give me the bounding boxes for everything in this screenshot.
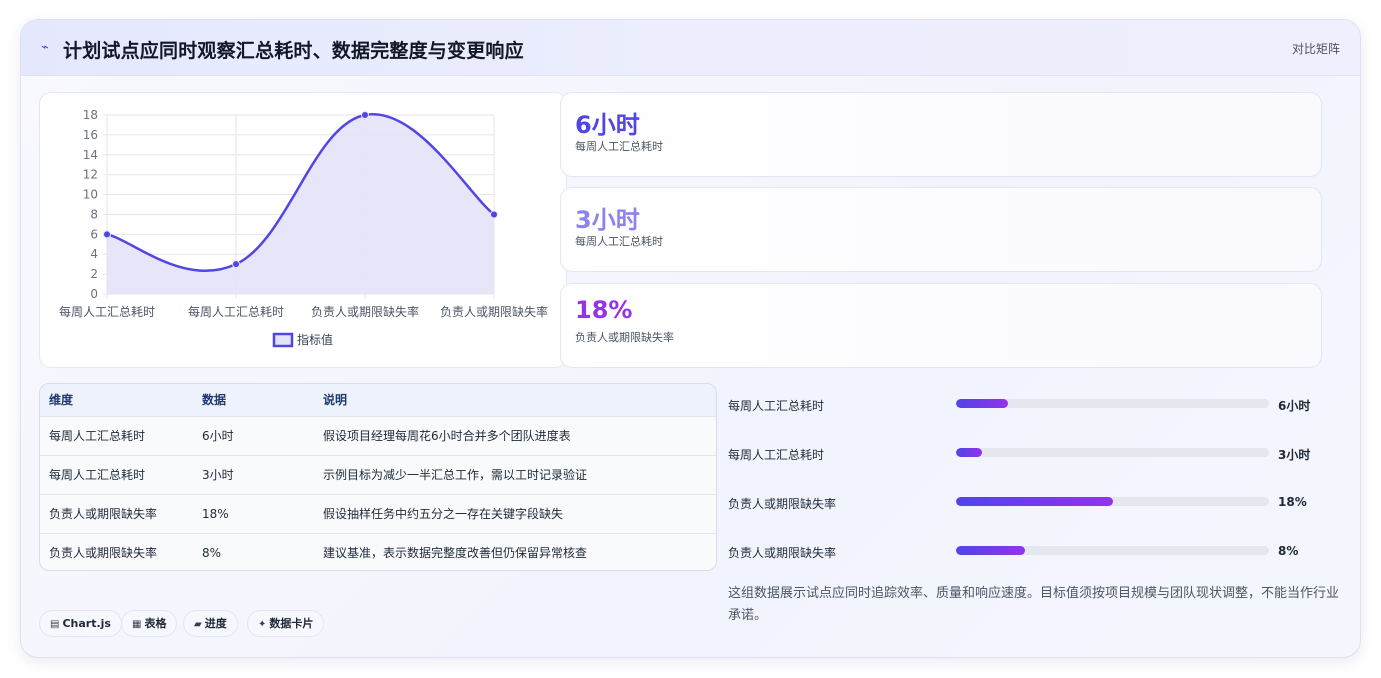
progress-value: 8% bbox=[1278, 544, 1299, 558]
y-tick-label: 6 bbox=[90, 227, 98, 241]
sparkle-icon: ✦ bbox=[258, 619, 267, 630]
stat-card-2: 3小时 每周人工汇总耗时 bbox=[560, 187, 1322, 272]
progress-value: 6小时 bbox=[1278, 399, 1311, 413]
table-row: 负责人或期限缺失率 8% 建议基准，表示数据完整度改善但仍保留异常核查 bbox=[40, 533, 716, 570]
progress-row: 每周人工汇总耗时 6小时 bbox=[728, 394, 1348, 414]
progress-track bbox=[956, 546, 1269, 555]
progress-label: 负责人或期限缺失率 bbox=[728, 497, 837, 511]
tag-label: 表格 bbox=[144, 617, 167, 630]
table-header-row: 维度 数据 说明 bbox=[40, 384, 716, 416]
y-tick-label: 10 bbox=[83, 188, 98, 202]
progress-row: 每周人工汇总耗时 3小时 bbox=[728, 443, 1348, 463]
comparison-matrix-link[interactable]: 对比矩阵 bbox=[1292, 40, 1340, 57]
progress-label: 每周人工汇总耗时 bbox=[728, 448, 825, 462]
tag-label: Chart.js bbox=[62, 617, 111, 630]
table-cell: 18% bbox=[202, 506, 229, 521]
line-chart: 0 2 4 6 8 10 12 14 16 18 每周人工汇总耗时 每周人工汇总耗时 负责人或期限缺失率… bbox=[59, 108, 548, 348]
tag-table[interactable]: ▦ 表格 bbox=[121, 610, 178, 637]
table-cell: 3小时 bbox=[202, 468, 234, 482]
x-tick-label: 每周人工汇总耗时 bbox=[59, 304, 155, 319]
stat-value: 6小时 bbox=[575, 111, 640, 139]
tag-chartjs[interactable]: ▤ Chart.js bbox=[39, 610, 122, 637]
data-point bbox=[490, 210, 498, 219]
progress-label: 负责人或期限缺失率 bbox=[728, 546, 837, 560]
progress-icon: ▰ bbox=[194, 619, 202, 630]
progress-fill bbox=[956, 399, 1009, 408]
y-tick-label: 4 bbox=[90, 247, 98, 261]
column-header: 维度 bbox=[49, 393, 74, 408]
page-title: 计划试点应同时观察汇总耗时、数据完整度与变更响应 bbox=[63, 40, 524, 62]
progress-track bbox=[956, 399, 1269, 408]
x-tick-label: 负责人或期限缺失率 bbox=[440, 304, 548, 319]
table-icon: ▦ bbox=[132, 619, 142, 630]
column-header: 数据 bbox=[202, 393, 227, 408]
table-cell: 每周人工汇总耗时 bbox=[49, 429, 146, 443]
x-tick-label: 每周人工汇总耗时 bbox=[188, 304, 284, 319]
chart-icon: ▤ bbox=[50, 619, 60, 630]
progress-row: 负责人或期限缺失率 8% bbox=[728, 541, 1348, 561]
stat-card-3: 18% 负责人或期限缺失率 bbox=[560, 283, 1322, 368]
table-cell: 6小时 bbox=[202, 429, 234, 443]
progress-fill bbox=[956, 448, 982, 457]
x-tick-label: 负责人或期限缺失率 bbox=[311, 304, 419, 319]
summary-note: 这组数据展示试点应同时追踪效率、质量和响应速度。目标值须按项目规模与团队现状调整… bbox=[728, 586, 1340, 623]
legend-swatch bbox=[272, 332, 294, 348]
column-header: 说明 bbox=[323, 393, 348, 408]
data-table-panel: 维度 数据 说明 每周人工汇总耗时 6小时 假设项目经理每周花6小时合并多个团队… bbox=[39, 383, 717, 571]
stat-value: 18% bbox=[575, 296, 633, 324]
table-cell: 示例目标为减少一半汇总工作，需以工时记录验证 bbox=[323, 468, 588, 482]
tag-data-cards[interactable]: ✦ 数据卡片 bbox=[247, 610, 325, 637]
y-tick-label: 12 bbox=[83, 168, 98, 182]
table-cell: 假设项目经理每周花6小时合并多个团队进度表 bbox=[323, 429, 571, 443]
y-tick-label: 18 bbox=[83, 108, 98, 122]
data-point bbox=[103, 230, 111, 239]
y-tick-label: 0 bbox=[90, 287, 98, 301]
progress-value: 3小时 bbox=[1278, 448, 1311, 462]
card-header: ⌁ 计划试点应同时观察汇总耗时、数据完整度与变更响应 对比矩阵 bbox=[21, 20, 1360, 76]
y-tick-label: 16 bbox=[83, 128, 98, 142]
y-tick-label: 14 bbox=[83, 148, 98, 162]
table-cell: 每周人工汇总耗时 bbox=[49, 468, 146, 482]
data-point bbox=[232, 260, 240, 269]
table-cell: 负责人或期限缺失率 bbox=[49, 507, 158, 521]
table-cell: 假设抽样任务中约五分之一存在关键字段缺失 bbox=[323, 507, 564, 521]
data-point bbox=[361, 111, 369, 119]
trend-line-icon: ⌁ bbox=[41, 40, 49, 55]
progress-track bbox=[956, 448, 1269, 457]
table-row: 负责人或期限缺失率 18% 假设抽样任务中约五分之一存在关键字段缺失 bbox=[40, 494, 716, 533]
stat-label: 负责人或期限缺失率 bbox=[575, 331, 674, 344]
progress-value: 18% bbox=[1278, 495, 1307, 509]
progress-fill bbox=[956, 546, 1026, 555]
stat-label: 每周人工汇总耗时 bbox=[575, 235, 663, 248]
line-chart-panel: 0 2 4 6 8 10 12 14 16 18 每周人工汇总耗时 每周人工汇总耗时 负责人或期限缺失率… bbox=[39, 92, 567, 368]
progress-track bbox=[956, 497, 1269, 506]
data-table: 维度 数据 说明 每周人工汇总耗时 6小时 假设项目经理每周花6小时合并多个团队… bbox=[40, 384, 716, 570]
tag-progress[interactable]: ▰ 进度 bbox=[183, 610, 238, 637]
stat-label: 每周人工汇总耗时 bbox=[575, 140, 663, 153]
stat-card-1: 6小时 每周人工汇总耗时 bbox=[560, 92, 1322, 177]
progress-label: 每周人工汇总耗时 bbox=[728, 399, 825, 413]
y-tick-label: 2 bbox=[90, 267, 98, 281]
table-cell: 建议基准，表示数据完整度改善但仍保留异常核查 bbox=[323, 546, 588, 561]
tag-label: 进度 bbox=[204, 617, 227, 630]
tag-label: 数据卡片 bbox=[269, 617, 314, 630]
table-row: 每周人工汇总耗时 3小时 示例目标为减少一半汇总工作，需以工时记录验证 bbox=[40, 455, 716, 494]
legend-label: 指标值 bbox=[297, 332, 333, 347]
progress-fill bbox=[956, 497, 1113, 506]
series-area bbox=[107, 114, 494, 294]
y-tick-label: 8 bbox=[90, 207, 98, 221]
table-row: 每周人工汇总耗时 6小时 假设项目经理每周花6小时合并多个团队进度表 bbox=[40, 416, 716, 455]
table-cell: 8% bbox=[202, 545, 222, 560]
table-cell: 负责人或期限缺失率 bbox=[49, 546, 158, 561]
progress-row: 负责人或期限缺失率 18% bbox=[728, 492, 1348, 512]
stat-value: 3小时 bbox=[575, 206, 640, 234]
